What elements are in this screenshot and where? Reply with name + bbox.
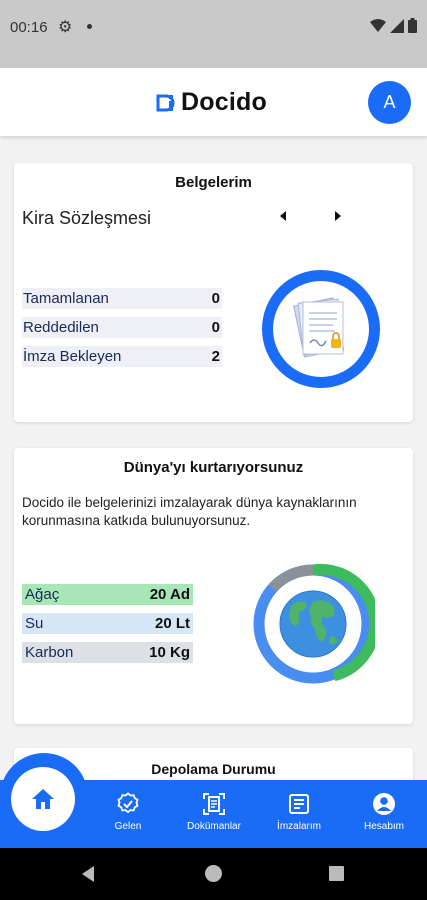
nav-label: İmzalarım bbox=[277, 821, 321, 832]
user-avatar[interactable]: A bbox=[368, 81, 411, 124]
account-circle-icon bbox=[373, 793, 395, 815]
documents-card-title: Belgelerim bbox=[175, 174, 252, 191]
status-time: 00:16 bbox=[10, 19, 48, 36]
environment-ring bbox=[253, 563, 375, 684]
globe-icon bbox=[279, 590, 347, 658]
environment-description: Docido ile belgelerinizi imzalayarak dün… bbox=[22, 495, 357, 528]
stat-value: 0 bbox=[211, 290, 220, 307]
env-row-carbon: Karbon 10 Kg bbox=[22, 642, 193, 663]
status-bar: 00:16 ⚙ bbox=[0, 0, 427, 68]
check-badge-icon bbox=[117, 792, 139, 814]
next-document-icon[interactable] bbox=[335, 211, 341, 221]
signal-icon bbox=[390, 18, 404, 33]
stat-label: İmza Bekleyen bbox=[23, 348, 122, 365]
document-scan-icon bbox=[203, 793, 225, 815]
stat-value: 2 bbox=[211, 348, 220, 365]
back-icon[interactable] bbox=[82, 866, 94, 882]
env-value: 20 Ad bbox=[149, 586, 190, 603]
system-icons bbox=[370, 18, 417, 33]
nav-label: Hesabım bbox=[363, 821, 404, 832]
system-navigation-bar bbox=[0, 848, 427, 900]
env-label: Ağaç bbox=[25, 586, 60, 603]
document-name: Kira Sözleşmesi bbox=[22, 208, 152, 228]
nav-item-gelen[interactable]: Gelen bbox=[93, 792, 163, 832]
stat-value: 0 bbox=[211, 319, 220, 336]
wifi-icon bbox=[370, 18, 386, 32]
stat-row-completed: Tamamlanan 0 bbox=[22, 288, 222, 309]
env-row-tree: Ağaç 20 Ad bbox=[22, 584, 193, 605]
environment-card-title: Dünya'yı kurtarıyorsunuz bbox=[123, 459, 304, 476]
nav-item-hesabim[interactable]: Hesabım bbox=[349, 792, 419, 832]
documents-stack-icon bbox=[293, 297, 345, 358]
documents-ring bbox=[262, 270, 380, 388]
nav-item-dokumanlar[interactable]: Dokümanlar bbox=[179, 792, 249, 832]
prev-document-icon[interactable] bbox=[280, 211, 286, 221]
stat-row-rejected: Reddedilen 0 bbox=[22, 317, 222, 338]
nav-item-imzalarim[interactable]: İmzalarım bbox=[264, 792, 334, 832]
battery-icon bbox=[408, 18, 417, 33]
signature-list-icon bbox=[289, 794, 309, 814]
env-value: 20 Lt bbox=[154, 615, 190, 632]
recent-apps-icon[interactable] bbox=[329, 866, 344, 881]
stat-label: Tamamlanan bbox=[23, 290, 109, 307]
stat-row-pending: İmza Bekleyen 2 bbox=[22, 346, 222, 367]
nav-label: Gelen bbox=[114, 821, 142, 832]
notification-dot-icon bbox=[87, 24, 92, 29]
home-icon bbox=[32, 789, 54, 809]
brand-name: Docido bbox=[181, 88, 267, 116]
nav-label: Dokümanlar bbox=[187, 821, 241, 832]
system-home-icon[interactable] bbox=[205, 865, 222, 882]
docido-logo-icon bbox=[155, 93, 175, 113]
stat-label: Reddedilen bbox=[23, 319, 99, 336]
env-label: Su bbox=[25, 615, 44, 632]
home-button[interactable] bbox=[11, 767, 75, 831]
environment-card: Dünya'yı kurtarıyorsunuz Docido ile belg… bbox=[14, 448, 413, 724]
documents-card: Belgelerim Kira Sözleşmesi Tamamlanan 0 … bbox=[14, 163, 413, 422]
env-label: Karbon bbox=[25, 644, 74, 661]
env-row-water: Su 20 Lt bbox=[22, 613, 193, 634]
brand-logo: Docido bbox=[155, 88, 267, 117]
env-value: 10 Kg bbox=[149, 644, 190, 661]
app-bar: Docido A bbox=[0, 68, 427, 136]
settings-gear-icon: ⚙ bbox=[58, 19, 73, 36]
